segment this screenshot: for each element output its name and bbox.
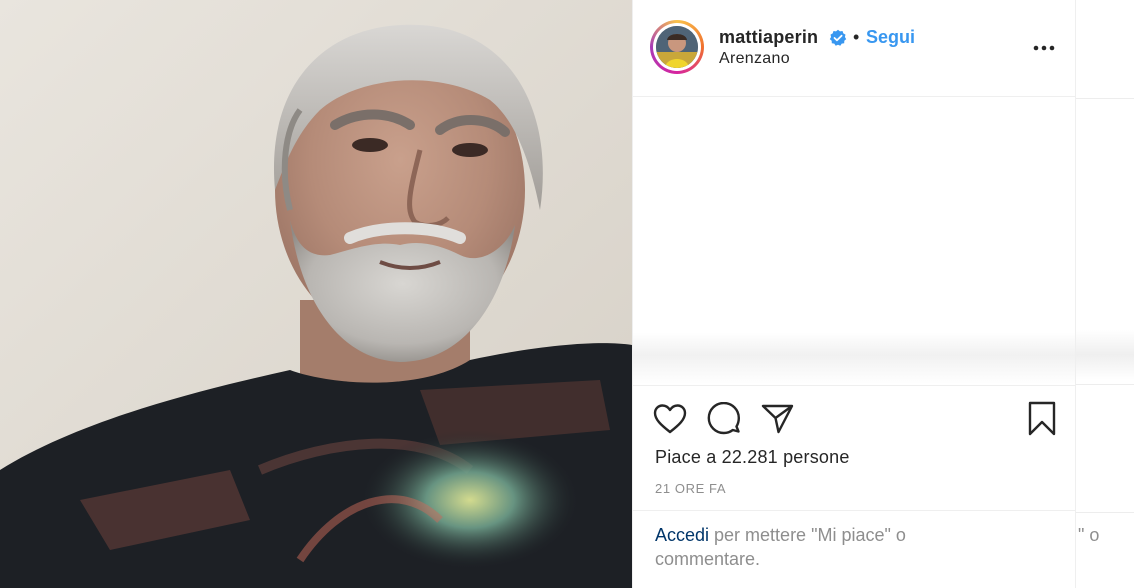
divider (1076, 384, 1134, 385)
post-photo[interactable] (0, 0, 632, 588)
divider (1076, 98, 1134, 99)
username-link[interactable]: mattiaperin (719, 27, 818, 48)
login-prompt: Accedi per mettere "Mi piace" o commenta… (633, 510, 1075, 588)
comments-area (633, 97, 1075, 384)
avatar-image (656, 26, 698, 68)
avatar[interactable] (650, 20, 704, 74)
login-prompt-text: Accedi per mettere "Mi piace" o commenta… (655, 523, 965, 571)
more-options-icon[interactable] (1029, 36, 1059, 60)
comment-icon[interactable] (707, 401, 741, 441)
post-details-panel: mattiaperin • Segui Arenzano Piace a 22.… (632, 0, 1076, 588)
login-link[interactable]: Accedi (655, 525, 709, 545)
background-page-edge: " o (1076, 0, 1134, 588)
likes-count[interactable]: Piace a 22.281 persone (655, 447, 850, 468)
post-actions: Piace a 22.281 persone 21 ORE FA (633, 385, 1075, 510)
shade (1076, 330, 1134, 380)
follow-button[interactable]: Segui (866, 27, 915, 48)
edge-text-fragment: " o (1078, 525, 1100, 545)
divider (1076, 512, 1134, 513)
post-header: mattiaperin • Segui Arenzano (633, 0, 1075, 97)
post-timestamp[interactable]: 21 ORE FA (655, 481, 726, 496)
post-photo-image (0, 0, 632, 588)
share-icon[interactable] (761, 403, 795, 440)
bookmark-icon[interactable] (1027, 401, 1057, 442)
location-link[interactable]: Arenzano (719, 50, 790, 68)
verified-badge-icon (829, 29, 847, 47)
instagram-post: mattiaperin • Segui Arenzano Piace a 22.… (0, 0, 1134, 588)
separator-dot: • (853, 27, 860, 47)
heart-icon[interactable] (653, 403, 687, 440)
